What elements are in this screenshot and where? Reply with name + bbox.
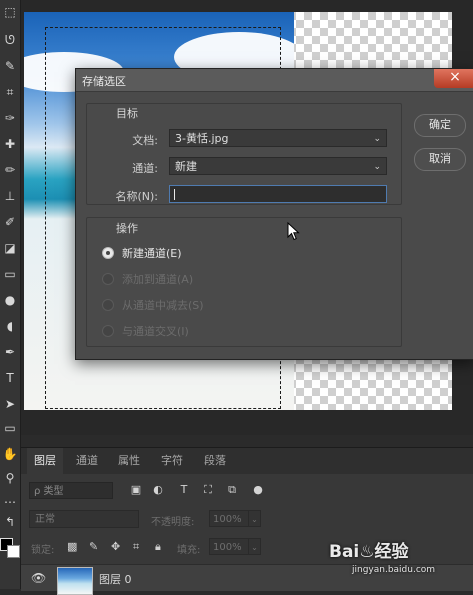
layer-filter-select[interactable]: ρ 类型: [29, 482, 113, 499]
swap-colors-icon[interactable]: ↰: [2, 514, 18, 530]
channel-select[interactable]: 新建 ⌄: [169, 157, 387, 175]
hand-tool-icon[interactable]: ✋: [2, 446, 18, 462]
option-add-to-channel-label: 添加到通道(A): [122, 273, 194, 286]
option-new-channel-label[interactable]: 新建通道(E): [122, 245, 182, 261]
lock-paint-icon[interactable]: ✎: [89, 540, 98, 553]
lock-label: 锁定:: [31, 545, 55, 556]
operation-group-label: 操作: [116, 222, 138, 235]
quick-select-tool-icon[interactable]: ✎: [2, 58, 18, 74]
option-subtract-label: 从通道中减去(S): [122, 299, 204, 312]
chevron-down-icon[interactable]: ⌄: [248, 538, 261, 555]
fill-label: 填充:: [177, 545, 201, 556]
option-intersect-label: 与通道交叉(I): [122, 325, 189, 338]
save-selection-dialog: 存储选区 × 目标 文档: 3-黄恬.jpg ⌄ 通道: 新建 ⌄ 名称(N):…: [75, 68, 473, 360]
tab-character[interactable]: 字符: [154, 448, 190, 474]
filter-toggle-icon[interactable]: ●: [251, 483, 265, 497]
more-tools-icon[interactable]: ⋯: [2, 494, 18, 510]
tools-panel: ⬚ ᘎ ✎ ⌗ ✑ ✚ ✏ ⊥ ✐ ◪ ▭ ● ◖ ✒ T ➤ ▭ ✋ ⚲ ⋯ …: [0, 0, 21, 589]
eraser-tool-icon[interactable]: ◪: [2, 240, 18, 256]
path-select-tool-icon[interactable]: ➤: [2, 396, 18, 412]
visibility-eye-icon[interactable]: 👁︎: [31, 571, 46, 585]
close-button[interactable]: ×: [434, 69, 473, 88]
clone-stamp-tool-icon[interactable]: ⊥: [2, 188, 18, 204]
dialog-title: 存储选区: [82, 75, 126, 88]
tab-layers[interactable]: 图层: [27, 448, 63, 474]
tab-channels[interactable]: 通道: [69, 448, 105, 474]
blend-mode-select[interactable]: 正常: [29, 510, 139, 528]
baidu-watermark: Bai♨经验: [329, 542, 409, 562]
panel-tabs: 图层 通道 属性 字符 段落: [21, 448, 473, 474]
cancel-button[interactable]: 取消: [414, 148, 466, 171]
lock-pixels-icon[interactable]: ▩: [67, 540, 77, 553]
layer-thumbnail: [57, 567, 93, 595]
channel-label: 通道:: [132, 162, 158, 175]
mouse-cursor-icon: [287, 222, 300, 241]
document-label: 文档:: [132, 134, 158, 147]
chevron-down-icon: ⌄: [373, 162, 381, 172]
gradient-tool-icon[interactable]: ▭: [2, 266, 18, 282]
type-tool-icon[interactable]: T: [2, 370, 18, 386]
radio-add-to-channel: [102, 273, 114, 285]
radio-subtract-from-channel: [102, 299, 114, 311]
name-input[interactable]: [169, 185, 387, 203]
target-group-label: 目标: [116, 107, 138, 120]
healing-brush-tool-icon[interactable]: ✚: [2, 136, 18, 152]
lasso-tool-icon[interactable]: ᘎ: [2, 32, 18, 48]
dodge-tool-icon[interactable]: ◖: [2, 318, 18, 334]
layer-name[interactable]: 图层 0: [99, 571, 132, 587]
marquee-tool-icon[interactable]: ⬚: [2, 4, 18, 20]
chevron-down-icon[interactable]: ⌄: [248, 510, 261, 527]
crop-tool-icon[interactable]: ⌗: [2, 84, 18, 100]
tab-paragraph[interactable]: 段落: [197, 448, 233, 474]
zoom-tool-icon[interactable]: ⚲: [2, 470, 18, 486]
baidu-watermark-url: jingyan.baidu.com: [352, 565, 436, 575]
radio-new-channel[interactable]: [102, 247, 114, 259]
background-color-swatch[interactable]: [7, 545, 20, 558]
shape-filter-icon[interactable]: ⛶: [201, 483, 215, 497]
radio-intersect-channel: [102, 325, 114, 337]
lock-position-icon[interactable]: ✥: [111, 540, 120, 553]
eyedropper-tool-icon[interactable]: ✑: [2, 110, 18, 126]
rectangle-tool-icon[interactable]: ▭: [2, 420, 18, 436]
close-icon: ×: [449, 69, 461, 85]
document-value: 3-黄恬.jpg: [175, 132, 229, 145]
lock-all-icon[interactable]: 🔒︎: [155, 540, 161, 554]
text-caret: [174, 189, 175, 200]
dialog-title-bar[interactable]: 存储选区 ×: [76, 69, 473, 92]
ok-button[interactable]: 确定: [414, 114, 466, 137]
smart-object-filter-icon[interactable]: ⧉: [225, 483, 239, 497]
lock-artboard-icon[interactable]: ⌗: [133, 540, 139, 554]
tab-properties[interactable]: 属性: [111, 448, 147, 474]
image-filter-icon[interactable]: ▣: [129, 483, 143, 497]
document-select[interactable]: 3-黄恬.jpg ⌄: [169, 129, 387, 147]
opacity-label: 不透明度:: [151, 517, 195, 528]
blur-tool-icon[interactable]: ●: [2, 292, 18, 308]
pen-tool-icon[interactable]: ✒: [2, 344, 18, 360]
type-filter-icon[interactable]: T: [177, 483, 191, 497]
channel-value: 新建: [175, 160, 197, 173]
name-label: 名称(N):: [115, 190, 158, 203]
history-brush-tool-icon[interactable]: ✐: [2, 214, 18, 230]
adjustment-filter-icon[interactable]: ◐: [151, 483, 165, 497]
brush-tool-icon[interactable]: ✏: [2, 162, 18, 178]
chevron-down-icon: ⌄: [373, 134, 381, 144]
